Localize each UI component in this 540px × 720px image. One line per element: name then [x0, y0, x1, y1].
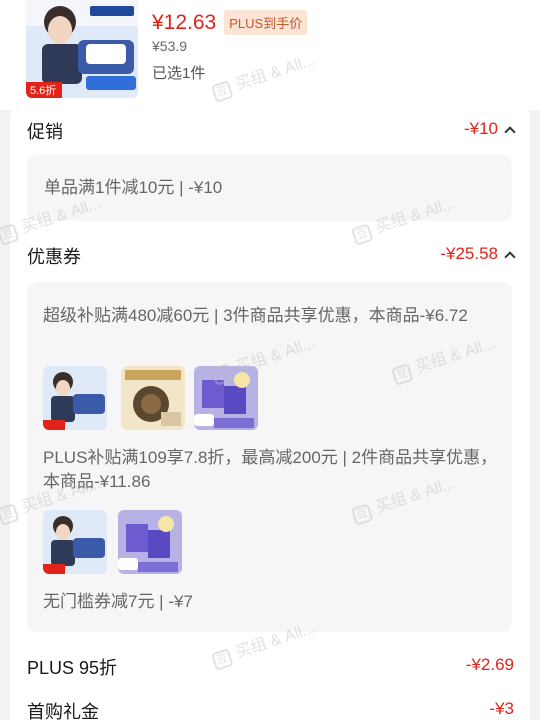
- promotion-card: 单品满1件减10元 | -¥10: [27, 155, 512, 221]
- chevron-up-icon: [504, 125, 516, 138]
- plus-price-badge: PLUS到手价: [224, 10, 308, 35]
- coupon-toggle[interactable]: -¥25.58: [440, 244, 516, 264]
- coupon-item-text: 超级补贴满480减60元 | 3件商品共享优惠，本商品-¥6.72: [43, 306, 468, 325]
- coupon-product-thumb[interactable]: [43, 366, 107, 430]
- promotion-amount: -¥10: [463, 119, 498, 138]
- coupon-item-text: 无门槛券减7元 | -¥7: [43, 592, 193, 611]
- product-thumbnail[interactable]: 5.6折: [26, 0, 138, 98]
- promotion-detail: 单品满1件减10元 | -¥10: [44, 178, 223, 197]
- coupon-title: 优惠券: [27, 247, 81, 267]
- coupon-product-thumb[interactable]: [43, 510, 107, 574]
- promotion-title: 促销: [27, 122, 63, 142]
- first-purchase-title: 首购礼金: [27, 702, 99, 720]
- coupon-amount: -¥25.58: [440, 244, 498, 263]
- plus-price: ¥12.63: [152, 10, 217, 34]
- coupon-product-thumb[interactable]: [194, 366, 258, 430]
- plus-discount-title: PLUS 95折: [27, 658, 118, 678]
- coupon-item-text: PLUS补贴满109享7.8折，最高减200元 | 2件商品共享优惠，本商品-¥…: [43, 448, 498, 491]
- promotion-toggle[interactable]: -¥10: [463, 119, 516, 139]
- product-summary: 5.6折 ¥12.63 PLUS到手价 ¥53.9 已选1件: [0, 0, 540, 110]
- thumb-discount-tag: 5.6折: [30, 83, 56, 97]
- first-purchase-amount: -¥3: [489, 699, 514, 718]
- coupon-product-thumb[interactable]: [121, 366, 185, 430]
- chevron-up-icon: [504, 250, 516, 263]
- selected-count: 已选1件: [152, 65, 206, 82]
- coupon-card: 超级补贴满480减60元 | 3件商品共享优惠，本商品-¥6.72 PLUS补贴…: [27, 282, 512, 632]
- plus-discount-amount: -¥2.69: [465, 655, 514, 674]
- discount-detail-sheet: 促销 -¥10 单品满1件减10元 | -¥10 优惠券 -¥25.58 超级补…: [10, 108, 530, 720]
- original-price: ¥53.9: [152, 38, 188, 54]
- coupon-product-thumb[interactable]: [118, 510, 182, 574]
